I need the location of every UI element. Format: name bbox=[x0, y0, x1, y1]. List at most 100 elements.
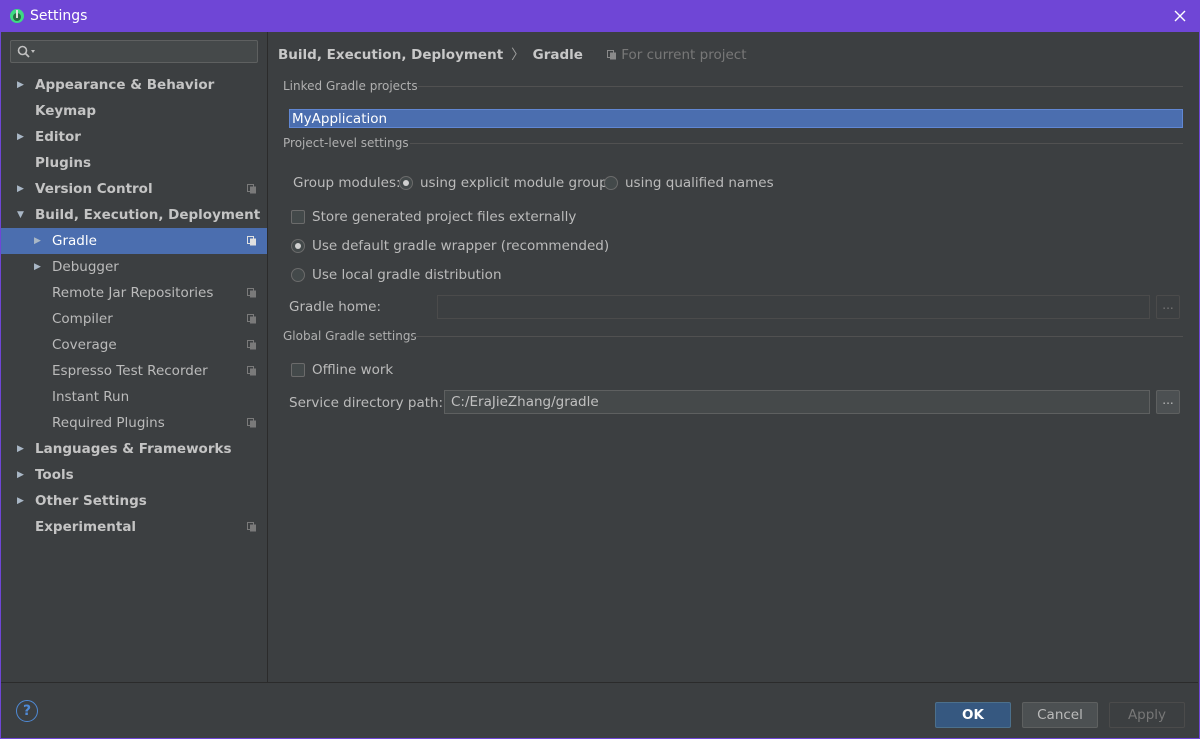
sidebar-item-label: Coverage bbox=[52, 337, 117, 353]
local-distribution-radio[interactable]: Use local gradle distribution bbox=[291, 265, 531, 285]
breadcrumb-current: Gradle bbox=[532, 47, 583, 63]
sidebar-item-plugins[interactable]: Plugins bbox=[1, 150, 267, 176]
sidebar-item-coverage[interactable]: Coverage bbox=[1, 332, 267, 358]
settings-sidebar: ▶ Appearance & Behavior Keymap ▶ Editor Plugi… bbox=[1, 32, 268, 682]
project-scope-icon bbox=[247, 418, 256, 428]
default-wrapper-label: Use default gradle wrapper (recommended) bbox=[312, 238, 610, 254]
checkbox[interactable] bbox=[291, 210, 305, 224]
radio-button-selected[interactable] bbox=[399, 176, 413, 190]
project-scope-icon bbox=[247, 236, 256, 246]
sidebar-item-label: Compiler bbox=[52, 311, 113, 327]
sidebar-item-gradle[interactable]: ▶ Gradle bbox=[1, 228, 267, 254]
group-modules-row: Group modules: bbox=[293, 173, 401, 193]
gradle-home-browse-button[interactable]: ... bbox=[1156, 295, 1180, 319]
group-explicit-radio[interactable]: using explicit module groups bbox=[399, 173, 615, 193]
project-scope-icon bbox=[607, 50, 617, 60]
project-scope-icon bbox=[247, 340, 256, 350]
default-wrapper-radio[interactable]: Use default gradle wrapper (recommended) bbox=[291, 236, 611, 256]
sidebar-item-label: Debugger bbox=[52, 259, 119, 275]
sidebar-item-label: Keymap bbox=[35, 103, 97, 119]
sidebar-item-experimental[interactable]: Experimental bbox=[1, 514, 267, 540]
project-scope-icon bbox=[247, 184, 256, 194]
breadcrumb-parent[interactable]: Build, Execution, Deployment bbox=[278, 47, 503, 63]
group-qualified-radio[interactable]: using qualified names bbox=[604, 173, 774, 193]
search-icon bbox=[17, 45, 35, 58]
expand-arrow-right-icon[interactable]: ▶ bbox=[17, 72, 29, 98]
sidebar-item-label: Tools bbox=[35, 467, 74, 483]
sidebar-item-required-plugins[interactable]: Required Plugins bbox=[1, 410, 267, 436]
expand-arrow-down-icon[interactable]: ▼ bbox=[17, 202, 29, 228]
radio-button[interactable] bbox=[604, 176, 618, 190]
close-button[interactable] bbox=[1160, 0, 1200, 32]
sidebar-item-compiler[interactable]: Compiler bbox=[1, 306, 267, 332]
sidebar-item-languages-frameworks[interactable]: ▶ Languages & Frameworks bbox=[1, 436, 267, 462]
sidebar-item-keymap[interactable]: Keymap bbox=[1, 98, 267, 124]
title-bar: Settings bbox=[0, 0, 1200, 32]
sidebar-item-label: Remote Jar Repositories bbox=[52, 285, 214, 301]
ok-button[interactable]: OK bbox=[935, 702, 1011, 728]
radio-button-selected[interactable] bbox=[291, 239, 305, 253]
sidebar-item-debugger[interactable]: ▶ Debugger bbox=[1, 254, 267, 280]
sidebar-item-remote-jar-repositories[interactable]: Remote Jar Repositories bbox=[1, 280, 267, 306]
sidebar-item-label: Version Control bbox=[35, 181, 153, 197]
project-scope-icon bbox=[247, 288, 256, 298]
global-settings-title: Global Gradle settings bbox=[283, 329, 417, 343]
group-qualified-label: using qualified names bbox=[625, 175, 774, 191]
sidebar-item-label: Plugins bbox=[35, 155, 92, 171]
help-icon[interactable]: ? bbox=[16, 700, 38, 722]
sidebar-item-other-settings[interactable]: ▶ Other Settings bbox=[1, 488, 267, 514]
checkbox[interactable] bbox=[291, 363, 305, 377]
expand-arrow-right-icon[interactable]: ▶ bbox=[17, 462, 29, 488]
project-scope-icon bbox=[247, 522, 256, 532]
linked-project-item[interactable]: MyApplication bbox=[289, 109, 1183, 128]
footer-divider bbox=[1, 682, 1198, 683]
expand-arrow-right-icon[interactable]: ▶ bbox=[34, 228, 46, 254]
service-directory-browse-button[interactable]: ... bbox=[1156, 390, 1180, 414]
breadcrumb-separator: 〉 bbox=[511, 47, 525, 63]
project-scope-icon bbox=[247, 366, 256, 376]
scope-label: For current project bbox=[607, 47, 746, 63]
scope-text: For current project bbox=[621, 47, 747, 63]
search-input[interactable] bbox=[10, 40, 258, 63]
window-title: Settings bbox=[30, 8, 88, 24]
sidebar-item-label: Appearance & Behavior bbox=[35, 77, 215, 93]
group-modules-label: Group modules: bbox=[293, 175, 401, 191]
sidebar-item-label: Build, Execution, Deployment bbox=[35, 207, 261, 223]
expand-arrow-right-icon[interactable]: ▶ bbox=[17, 436, 29, 462]
expand-arrow-right-icon[interactable]: ▶ bbox=[34, 254, 46, 280]
expand-arrow-right-icon[interactable]: ▶ bbox=[17, 124, 29, 150]
sidebar-item-espresso-test-recorder[interactable]: Espresso Test Recorder bbox=[1, 358, 267, 384]
sidebar-item-editor[interactable]: ▶ Editor bbox=[1, 124, 267, 150]
service-directory-field[interactable]: C:/EraJieZhang/gradle bbox=[444, 390, 1150, 414]
sidebar-item-label: Editor bbox=[35, 129, 81, 145]
sidebar-item-label: Gradle bbox=[52, 233, 97, 249]
local-distribution-label: Use local gradle distribution bbox=[312, 267, 502, 283]
sidebar-item-tools[interactable]: ▶ Tools bbox=[1, 462, 267, 488]
store-externally-label: Store generated project files externally bbox=[312, 209, 577, 225]
expand-arrow-right-icon[interactable]: ▶ bbox=[17, 176, 29, 202]
store-externally-checkbox[interactable]: Store generated project files externally bbox=[291, 207, 591, 227]
gradle-settings-panel: Build, Execution, Deployment 〉 Gradle For … bbox=[268, 32, 1198, 682]
sidebar-item-instant-run[interactable]: Instant Run bbox=[1, 384, 267, 410]
sidebar-item-label: Other Settings bbox=[35, 493, 147, 509]
sidebar-item-build-execution-deployment[interactable]: ▼ Build, Execution, Deployment bbox=[1, 202, 267, 228]
radio-button[interactable] bbox=[291, 268, 305, 282]
sidebar-item-label: Espresso Test Recorder bbox=[52, 363, 208, 379]
group-explicit-label: using explicit module groups bbox=[420, 175, 615, 191]
linked-projects-title: Linked Gradle projects bbox=[283, 79, 418, 93]
project-level-title: Project-level settings bbox=[283, 136, 409, 150]
offline-work-checkbox[interactable]: Offline work bbox=[291, 360, 491, 380]
close-icon bbox=[1174, 10, 1186, 22]
section-divider bbox=[418, 86, 1183, 87]
gradle-home-field[interactable] bbox=[437, 295, 1150, 319]
sidebar-item-version-control[interactable]: ▶ Version Control bbox=[1, 176, 267, 202]
expand-arrow-right-icon[interactable]: ▶ bbox=[17, 488, 29, 514]
settings-tree: ▶ Appearance & Behavior Keymap ▶ Editor Plugi… bbox=[1, 72, 267, 540]
cancel-button[interactable]: Cancel bbox=[1022, 702, 1098, 728]
android-studio-icon bbox=[10, 9, 24, 23]
section-divider bbox=[413, 336, 1183, 337]
sidebar-item-appearance-behavior[interactable]: ▶ Appearance & Behavior bbox=[1, 72, 267, 98]
sidebar-item-label: Languages & Frameworks bbox=[35, 441, 232, 457]
apply-button[interactable]: Apply bbox=[1109, 702, 1185, 728]
offline-work-label: Offline work bbox=[312, 362, 394, 378]
